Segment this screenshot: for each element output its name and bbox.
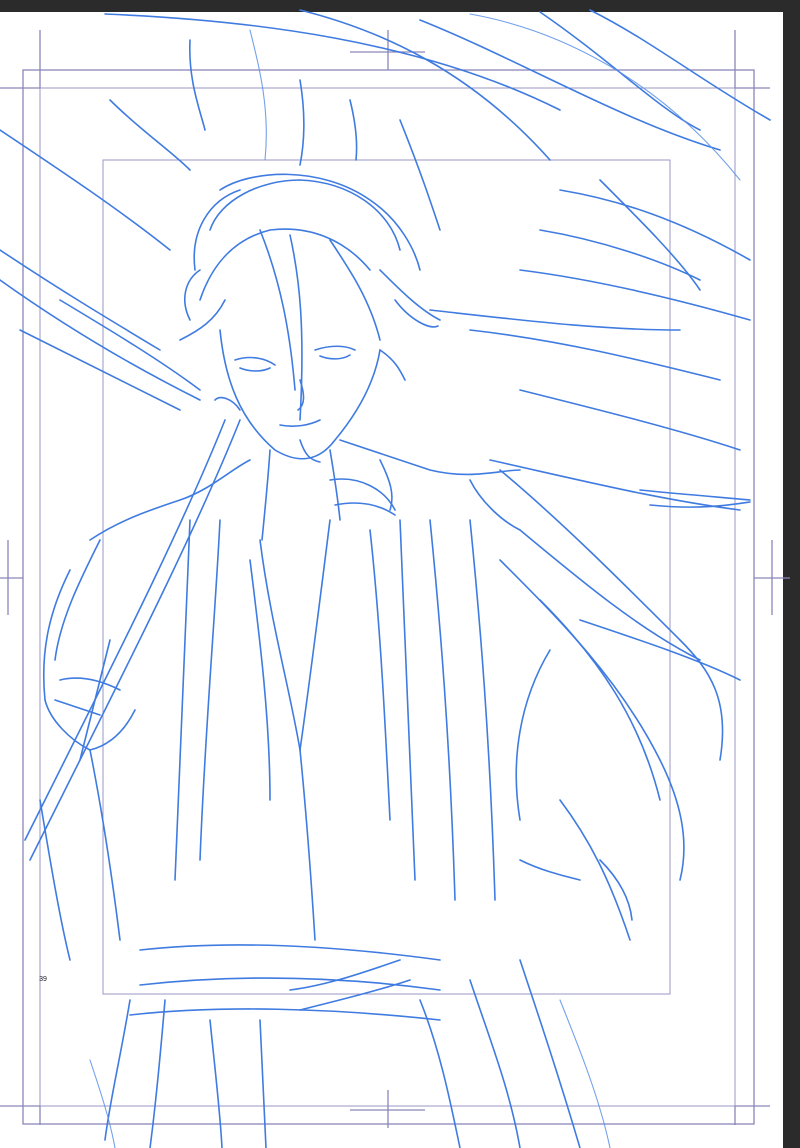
bleed-frame <box>22 69 755 1125</box>
drawing-canvas[interactable]: 39 <box>0 0 800 1148</box>
manuscript-guides <box>0 30 790 1128</box>
crop-marks <box>0 30 790 1128</box>
page-number: 39 <box>39 976 47 983</box>
sketch-layer[interactable] <box>0 0 800 1148</box>
sketch-strokes <box>0 9 771 1148</box>
